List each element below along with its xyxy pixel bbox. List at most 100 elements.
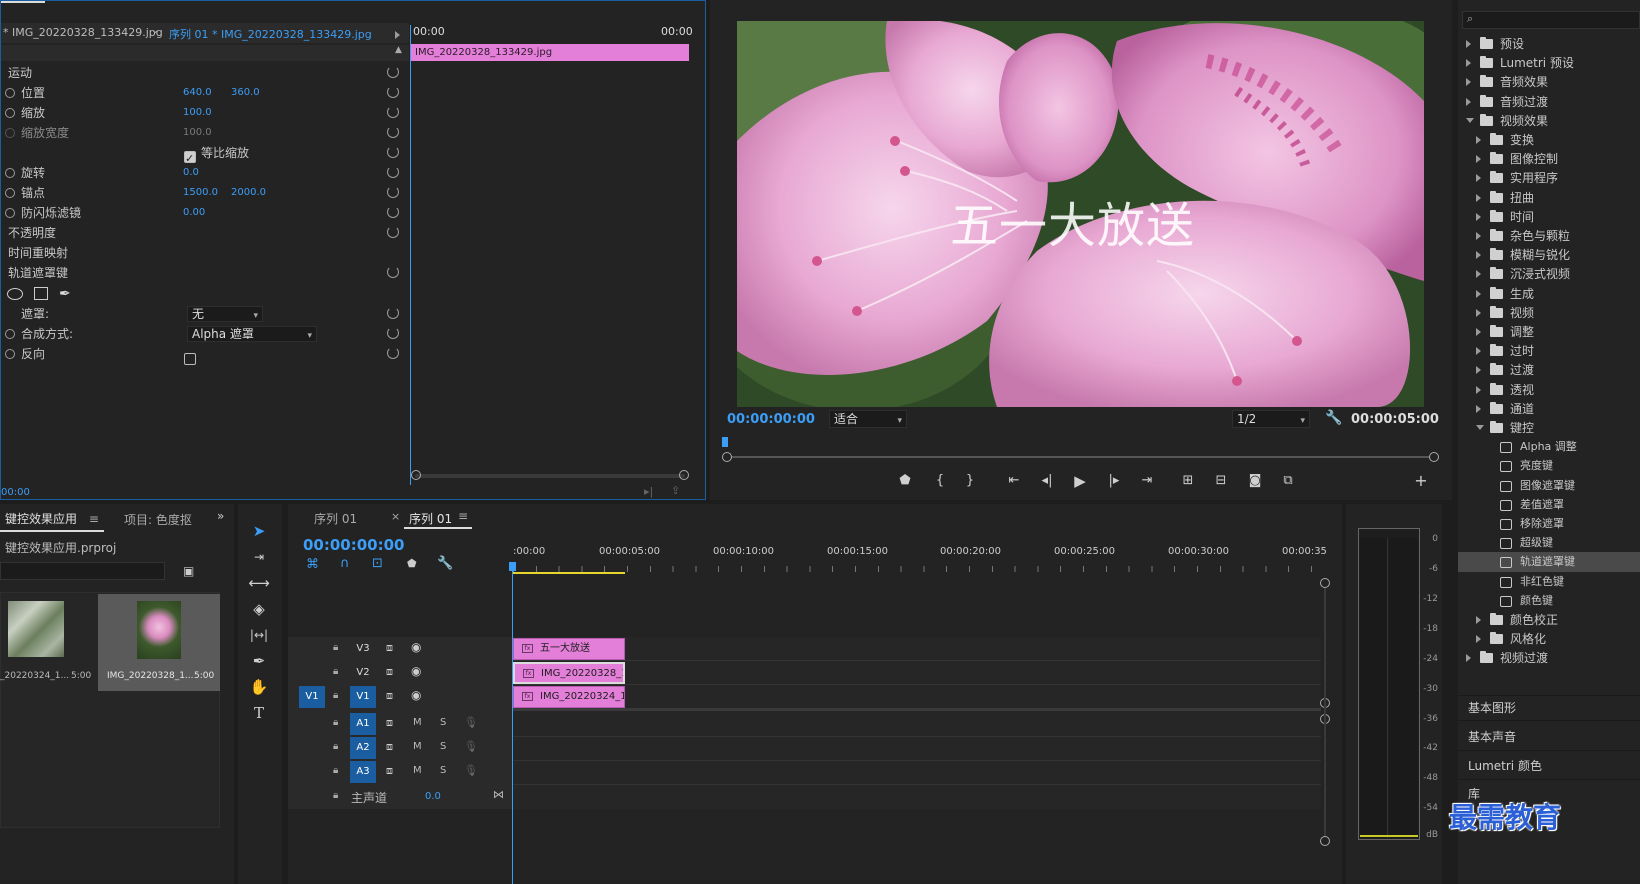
- step-back-icon[interactable]: ◂|: [1036, 472, 1058, 490]
- track-select-tool-icon[interactable]: ⇥: [248, 546, 270, 568]
- scroll-handle-left[interactable]: [411, 470, 421, 480]
- vscroll-track[interactable]: [1324, 588, 1326, 836]
- effects-tree-item[interactable]: Alpha 调整: [1458, 437, 1640, 457]
- go-to-out-icon[interactable]: ⇥: [1136, 472, 1158, 490]
- effects-tree-item[interactable]: 键控: [1458, 418, 1640, 438]
- lock-icon[interactable]: 🔒︎: [333, 790, 338, 801]
- chevron-right-icon[interactable]: [1466, 40, 1471, 48]
- chevron-right-icon[interactable]: [1476, 404, 1481, 413]
- matte-dropdown[interactable]: 无 ▾: [187, 306, 263, 322]
- clip-v3[interactable]: fx 五一大放送: [513, 638, 625, 660]
- chevron-down-icon[interactable]: [1466, 117, 1474, 123]
- linked-selection-icon[interactable]: ∩: [340, 556, 350, 571]
- menu-icon[interactable]: ≡: [458, 509, 468, 523]
- reset-icon[interactable]: [387, 66, 399, 78]
- reset-icon[interactable]: [387, 266, 399, 278]
- chevron-down-icon[interactable]: ⌄: [151, 25, 159, 36]
- solo-button[interactable]: S: [440, 717, 446, 728]
- sync-icon[interactable]: ⧈: [386, 716, 393, 730]
- pen-mask-icon[interactable]: ✒: [59, 284, 71, 304]
- play-icon[interactable]: ▶: [1069, 472, 1091, 490]
- effects-tree-item[interactable]: 图像控制: [1458, 149, 1640, 169]
- reset-icon[interactable]: [387, 226, 399, 238]
- eye-icon[interactable]: ◉: [411, 664, 421, 678]
- monitor-scroll-left[interactable]: [722, 452, 732, 462]
- chevron-right-icon[interactable]: [1476, 635, 1481, 644]
- ec-clip-bar[interactable]: IMG_20220328_133429.jpg: [411, 44, 689, 61]
- extract-icon[interactable]: ⊟: [1210, 472, 1232, 490]
- snap-icon[interactable]: ⌘: [306, 557, 319, 572]
- chevron-right-icon[interactable]: [1476, 270, 1481, 279]
- track-label-v1[interactable]: V1: [350, 686, 376, 708]
- selection-tool-icon[interactable]: ➤: [248, 520, 270, 542]
- microphone-icon[interactable]: 🎙︎: [464, 716, 478, 729]
- lock-icon[interactable]: 🔒︎: [333, 642, 338, 653]
- effects-search-input[interactable]: ⌕: [1462, 11, 1640, 29]
- go-to-end-icon[interactable]: ⋈: [493, 788, 504, 801]
- master-value[interactable]: 0.0: [425, 791, 441, 802]
- stopwatch-icon[interactable]: [5, 349, 15, 359]
- stopwatch-icon[interactable]: [5, 168, 15, 178]
- program-timecode[interactable]: 00:00:00:00: [727, 412, 815, 427]
- uniform-scale-checkbox[interactable]: [184, 149, 196, 169]
- chevron-right-icon[interactable]: [1476, 385, 1481, 394]
- project-tab-2[interactable]: 项目: 色度抠: [124, 511, 192, 528]
- vscroll-handle[interactable]: [1320, 836, 1330, 846]
- clip-v2[interactable]: fx IMG_20220328_133: [513, 662, 625, 684]
- scale-value[interactable]: 100.0: [183, 103, 212, 123]
- effects-tree-item[interactable]: 风格化: [1458, 629, 1640, 649]
- stopwatch-icon[interactable]: [5, 208, 15, 218]
- play-clip-icon[interactable]: [395, 28, 400, 42]
- track-label-v2[interactable]: V2: [350, 662, 376, 684]
- solo-button[interactable]: S: [440, 741, 446, 752]
- reset-icon[interactable]: [387, 347, 399, 359]
- clip-v1[interactable]: fx IMG_20220324_145: [513, 686, 625, 708]
- panel-lumetri-color[interactable]: Lumetri 颜色: [1468, 757, 1542, 774]
- effects-tree-item[interactable]: 过时: [1458, 341, 1640, 361]
- chevron-right-icon[interactable]: [1476, 232, 1481, 240]
- track-label-v3[interactable]: V3: [350, 638, 376, 660]
- chevron-right-icon[interactable]: [1466, 97, 1471, 106]
- effects-tree-item[interactable]: 音频过渡: [1458, 92, 1640, 112]
- type-tool-icon[interactable]: T: [248, 702, 270, 724]
- reset-icon[interactable]: [387, 86, 399, 98]
- sync-icon[interactable]: ⧈: [386, 764, 393, 778]
- effects-tree-item[interactable]: 模糊与锐化: [1458, 245, 1640, 265]
- time-ruler[interactable]: :00:00 00:00:05:00 00:00:10:00 00:00:15:…: [513, 542, 1327, 574]
- effects-tree-item[interactable]: 通道: [1458, 399, 1640, 419]
- track-matte-row[interactable]: 轨道遮罩键: [1, 263, 405, 283]
- effects-tree-item[interactable]: 视频: [1458, 303, 1640, 323]
- effects-tree-item[interactable]: 视频效果: [1458, 111, 1640, 131]
- vscroll-handle[interactable]: [1320, 578, 1330, 588]
- mute-button[interactable]: M: [413, 741, 422, 752]
- source-patch-v1[interactable]: V1: [299, 686, 325, 708]
- razor-tool-icon[interactable]: ◈: [248, 598, 270, 620]
- nest-icon[interactable]: ⊡: [372, 556, 383, 571]
- lock-icon[interactable]: 🔒︎: [333, 717, 338, 728]
- effects-tree-item[interactable]: 非红色键: [1458, 572, 1640, 592]
- step-forward-icon[interactable]: |▸: [1103, 472, 1125, 490]
- eye-icon[interactable]: ◉: [411, 640, 421, 654]
- effects-tree-item[interactable]: 扭曲: [1458, 188, 1640, 208]
- effects-tree-item[interactable]: 透视: [1458, 380, 1640, 400]
- chevron-right-icon[interactable]: [1476, 251, 1481, 260]
- timeline-timecode[interactable]: 00:00:00:00: [303, 536, 405, 554]
- reverse-checkbox[interactable]: [184, 352, 196, 365]
- project-tab[interactable]: 键控效果应用 ≡: [0, 508, 99, 530]
- close-icon[interactable]: ×: [391, 510, 400, 523]
- filter-icon[interactable]: ▸|: [644, 485, 653, 498]
- chevron-right-icon[interactable]: [1476, 174, 1481, 183]
- track-label-a2[interactable]: A2: [350, 737, 376, 759]
- effects-tree-item[interactable]: 亮度键: [1458, 456, 1640, 476]
- rotation-value[interactable]: 0.0: [183, 163, 199, 183]
- more-tabs-icon[interactable]: »: [217, 509, 224, 523]
- resolution-dropdown[interactable]: 1/2 ▾: [1232, 410, 1310, 428]
- stopwatch-icon[interactable]: [5, 329, 15, 339]
- effects-tree-item[interactable]: 生成: [1458, 284, 1640, 304]
- panel-essential-graphics[interactable]: 基本图形: [1468, 699, 1516, 716]
- effects-tree-item[interactable]: 杂色与颗粒: [1458, 226, 1640, 246]
- ellipse-mask-icon[interactable]: [7, 288, 23, 300]
- chevron-right-icon[interactable]: [1476, 155, 1481, 164]
- work-area-bar[interactable]: [513, 572, 625, 574]
- effects-tree-item[interactable]: 过渡: [1458, 360, 1640, 380]
